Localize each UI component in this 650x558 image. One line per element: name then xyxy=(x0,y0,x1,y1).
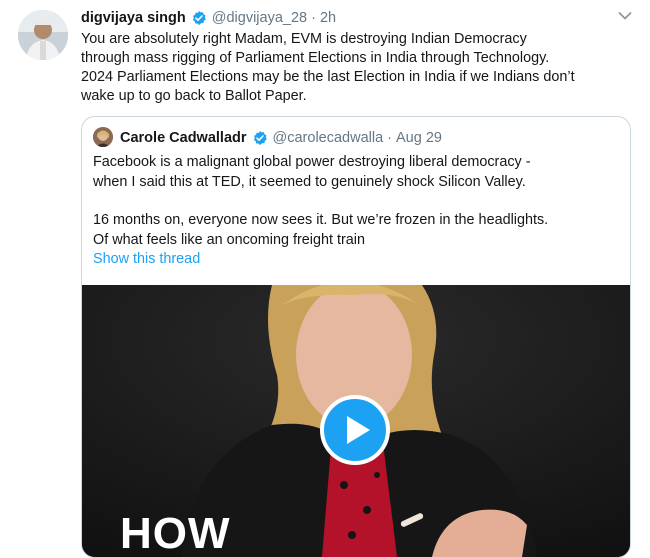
video-overlay-text: HOW xyxy=(120,509,231,557)
quoted-tweet-text: Facebook is a malignant global power des… xyxy=(93,153,623,250)
quoted-text-line: 16 months on, everyone now sees it. But … xyxy=(93,212,549,228)
quoted-text-line: when I said this at TED, it seemed to ge… xyxy=(93,173,526,190)
show-thread-link[interactable]: Show this thread xyxy=(93,251,200,267)
tweet-text-line: through mass rigging of Parliament Elect… xyxy=(81,50,550,66)
verified-badge-icon xyxy=(253,131,267,145)
play-icon[interactable] xyxy=(320,395,390,465)
quoted-tweet-header: Carole Cadwalladr @carolecadwalla · Aug … xyxy=(120,127,442,149)
separator-dot: · xyxy=(311,10,316,26)
quoted-author-name[interactable]: Carole Cadwalladr xyxy=(120,130,247,146)
tweet-text-line: 2024 Parliament Elections may be the las… xyxy=(81,69,575,85)
tweet-text: You are absolutely right Madam, EVM is d… xyxy=(81,30,641,106)
tweet-text-line: You are absolutely right Madam, EVM is d… xyxy=(81,31,527,47)
quoted-text-line: Of what feels like an oncoming freight t… xyxy=(93,231,365,248)
author-name[interactable]: digvijaya singh xyxy=(81,10,186,26)
quoted-author-avatar[interactable] xyxy=(93,127,113,147)
quoted-author-handle[interactable]: @carolecadwalla xyxy=(273,130,384,146)
separator-dot: · xyxy=(387,130,392,146)
quoted-tweet-date[interactable]: Aug 29 xyxy=(396,130,442,146)
video-thumbnail[interactable]: HOW xyxy=(82,285,630,557)
tweet-timestamp[interactable]: 2h xyxy=(320,10,336,26)
quoted-text-line: Facebook is a malignant global power des… xyxy=(93,154,531,170)
tweet-text-line: wake up to go back to Ballot Paper. xyxy=(81,88,307,104)
quoted-tweet[interactable]: Carole Cadwalladr @carolecadwalla · Aug … xyxy=(81,116,631,558)
quoted-author-avatar-image xyxy=(93,127,113,147)
tweet-header: digvijaya singh @digvijaya_28 · 2h xyxy=(81,8,640,28)
tweet[interactable]: digvijaya singh @digvijaya_28 · 2h You a… xyxy=(0,0,650,558)
verified-badge-icon xyxy=(192,11,206,25)
chevron-down-icon[interactable] xyxy=(618,11,632,21)
author-avatar[interactable] xyxy=(18,10,68,60)
author-handle[interactable]: @digvijaya_28 xyxy=(212,10,307,26)
author-avatar-image xyxy=(18,10,68,60)
